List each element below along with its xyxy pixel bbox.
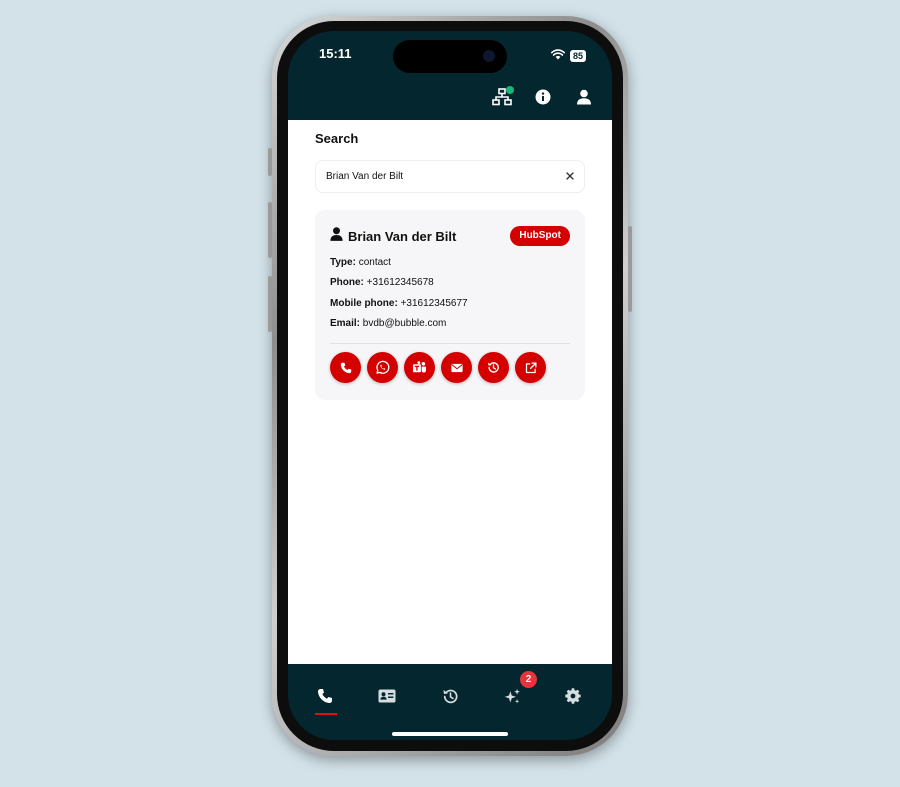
action-button bbox=[268, 148, 272, 176]
dynamic-island bbox=[393, 40, 507, 73]
nav-history[interactable] bbox=[435, 681, 465, 711]
network-button[interactable] bbox=[488, 85, 516, 113]
profile-button[interactable] bbox=[570, 85, 598, 113]
mail-icon bbox=[450, 363, 463, 372]
call-button[interactable] bbox=[330, 352, 361, 383]
contact-mobile-phone: Mobile phone: +31612345677 bbox=[330, 298, 468, 309]
contact-actions bbox=[330, 352, 546, 383]
search-page: Search Brian Van der Bilt HubSpot bbox=[288, 120, 612, 664]
app-header bbox=[288, 85, 612, 115]
close-icon bbox=[566, 172, 574, 180]
field-label: Email: bbox=[330, 318, 361, 329]
field-label: Phone: bbox=[330, 277, 364, 288]
contact-phone: Phone: +31612345678 bbox=[330, 277, 434, 288]
gear-icon bbox=[565, 688, 581, 704]
status-time: 15:11 bbox=[319, 46, 352, 61]
page-title: Search bbox=[315, 131, 359, 146]
teams-icon bbox=[412, 360, 427, 373]
field-label: Type: bbox=[330, 257, 356, 268]
source-badge[interactable]: HubSpot bbox=[510, 226, 570, 246]
open-in-crm-button[interactable] bbox=[515, 352, 546, 383]
info-button[interactable] bbox=[529, 85, 557, 113]
volume-down-button bbox=[268, 276, 272, 332]
contact-header: Brian Van der Bilt bbox=[330, 227, 456, 246]
online-status-dot bbox=[506, 86, 514, 94]
battery-level: 85 bbox=[569, 50, 586, 62]
phone-icon bbox=[340, 362, 351, 373]
field-value[interactable]: bvdb@bubble.com bbox=[363, 318, 447, 329]
phone-screen: 15:11 85 Search Brian Van der Bilt Brian… bbox=[288, 31, 612, 740]
divider bbox=[330, 343, 570, 344]
whatsapp-icon bbox=[376, 360, 390, 374]
contact-name: Brian Van der Bilt bbox=[348, 229, 457, 244]
phone-icon bbox=[318, 689, 332, 703]
user-icon bbox=[330, 227, 343, 246]
field-value[interactable]: +31612345677 bbox=[401, 298, 468, 309]
nav-active-indicator bbox=[315, 713, 337, 715]
contact-card[interactable]: Brian Van der Bilt HubSpot Type: contact… bbox=[315, 210, 585, 400]
camera-icon bbox=[483, 50, 495, 62]
field-value: contact bbox=[358, 257, 391, 268]
nav-calls[interactable] bbox=[310, 681, 340, 711]
status-indicators: 85 bbox=[550, 47, 586, 65]
whatsapp-button[interactable] bbox=[367, 352, 398, 383]
nav-contacts[interactable] bbox=[372, 681, 402, 711]
teams-button[interactable] bbox=[404, 352, 435, 383]
volume-up-button bbox=[268, 202, 272, 258]
info-icon bbox=[535, 89, 551, 110]
contact-email: Email: bvdb@bubble.com bbox=[330, 318, 446, 329]
field-label: Mobile phone: bbox=[330, 298, 398, 309]
home-indicator[interactable] bbox=[392, 732, 508, 736]
search-input[interactable] bbox=[324, 161, 554, 192]
clear-search-button[interactable] bbox=[564, 170, 576, 182]
email-button[interactable] bbox=[441, 352, 472, 383]
bottom-nav: 2 bbox=[288, 667, 612, 740]
search-box bbox=[315, 160, 585, 193]
notification-badge: 2 bbox=[520, 671, 537, 688]
wifi-icon bbox=[550, 47, 565, 65]
sparkles-icon bbox=[504, 688, 520, 703]
field-value[interactable]: +31612345678 bbox=[367, 277, 434, 288]
user-icon bbox=[576, 89, 592, 110]
history-icon bbox=[488, 362, 499, 373]
contact-card-icon bbox=[378, 689, 396, 703]
history-button[interactable] bbox=[478, 352, 509, 383]
history-icon bbox=[442, 689, 457, 703]
nav-settings[interactable] bbox=[558, 681, 588, 711]
external-link-icon bbox=[525, 361, 537, 373]
contact-type: Type: contact bbox=[330, 257, 391, 268]
power-button bbox=[628, 226, 632, 312]
